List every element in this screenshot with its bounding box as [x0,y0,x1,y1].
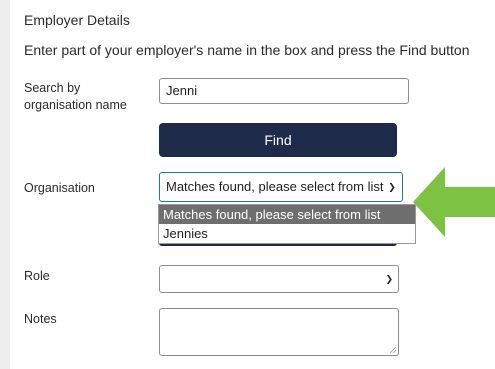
dropdown-option[interactable]: Jennies [159,224,415,243]
dropdown-option[interactable]: Matches found, please select from list [159,205,415,224]
chevron-down-icon: ❯ [385,274,393,284]
resize-grip-icon[interactable] [390,347,396,353]
chevron-down-icon: ❯ [386,173,398,201]
section-title: Employer Details [24,12,130,28]
find-button[interactable]: Find [159,123,397,157]
organisation-label: Organisation [24,181,95,195]
notes-label: Notes [24,312,57,326]
instruction-text: Enter part of your employer's name in th… [24,42,470,58]
role-select[interactable]: ❯ [159,265,399,293]
organisation-selected-value: Matches found, please select from list [166,179,384,194]
organisation-dropdown-list: Matches found, please select from list J… [158,204,416,244]
role-label: Role [24,269,50,283]
arrow-left-icon [413,167,495,237]
notes-textarea[interactable] [159,308,399,356]
search-input[interactable]: Jenni [159,78,409,104]
organisation-select[interactable]: Matches found, please select from list ❯ [159,172,403,202]
search-label: Search by organisation name [24,81,127,112]
